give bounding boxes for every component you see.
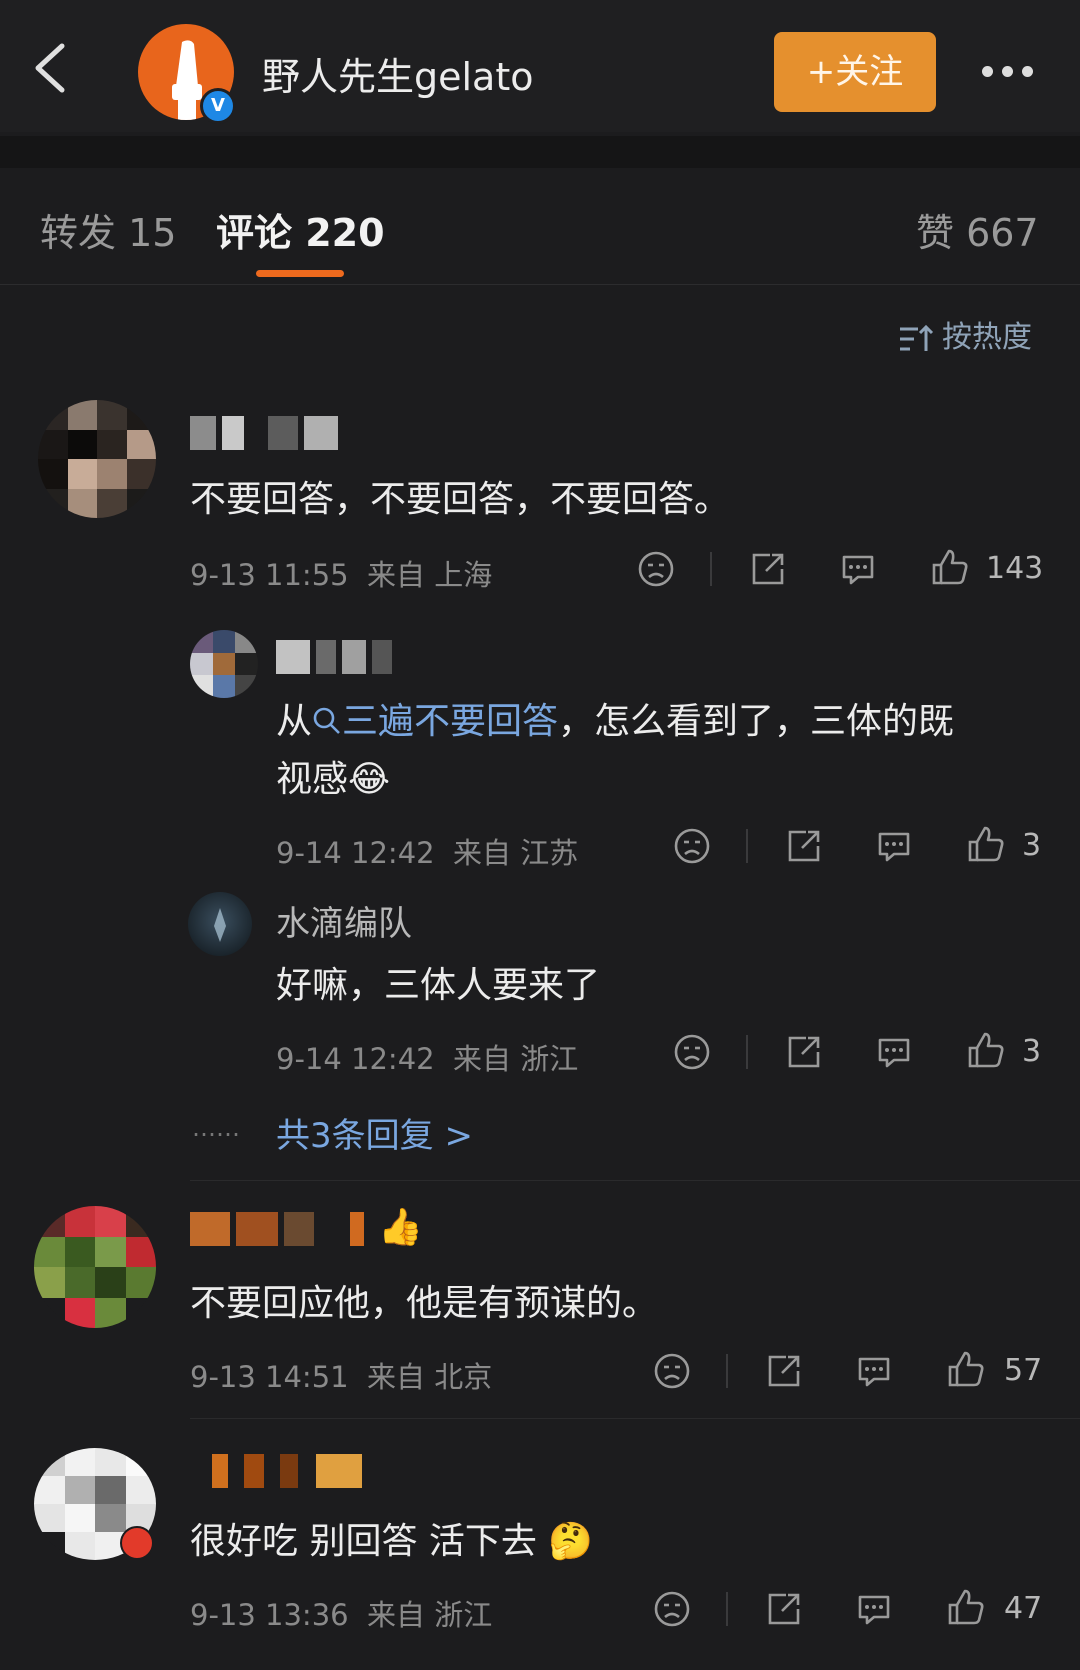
action-divider (710, 552, 712, 586)
search-icon (313, 707, 340, 734)
comment-divider (190, 1418, 1080, 1419)
comment-bubble-icon[interactable] (838, 549, 878, 589)
share-icon[interactable] (764, 1589, 804, 1629)
follow-button[interactable]: +关注 (774, 32, 936, 112)
reply-username[interactable]: 水滴编队 (276, 896, 412, 945)
sad-face-icon[interactable] (672, 1032, 712, 1072)
comment-divider (190, 1180, 1080, 1181)
reply-time: 9-14 12:42 (276, 1042, 435, 1076)
comment-text-body: 很好吃 别回答 活下去 (190, 1521, 537, 1562)
share-icon[interactable] (764, 1351, 804, 1391)
search-link[interactable]: 三遍不要回答 (312, 701, 558, 742)
comment-time: 9-13 13:36 (190, 1598, 349, 1632)
reply-location: 来自 江苏 (453, 836, 579, 870)
comment-time: 9-13 14:51 (190, 1360, 349, 1394)
share-icon[interactable] (748, 549, 788, 589)
tabs-divider (0, 284, 1080, 285)
comment-text: 不要回应他，他是有预谋的。 (190, 1283, 659, 1324)
reply-text: 从三遍不要回答，怎么看到了，三体的既 (276, 692, 954, 744)
comment-time: 9-13 11:55 (190, 558, 349, 592)
author-name[interactable]: 野人先生gelato (262, 46, 534, 101)
sort-label: 按热度 (942, 320, 1032, 355)
like-count: 3 (1022, 828, 1042, 863)
comment-meta: 9-13 14:51 来自 北京 (190, 1354, 492, 1396)
more-dots-icon[interactable] (982, 62, 1042, 77)
water-drop-icon (214, 908, 226, 942)
view-all-replies-link[interactable]: 共3条回复 > (276, 1108, 473, 1157)
comment-bubble-icon[interactable] (854, 1589, 894, 1629)
avatar[interactable] (34, 1206, 156, 1328)
comment-location: 来自 浙江 (367, 1598, 493, 1632)
reply-text-line2: 视感😂 (276, 750, 390, 802)
thumbs-up-icon[interactable] (930, 547, 970, 587)
thumbs-up-icon[interactable] (946, 1349, 986, 1389)
avatar[interactable] (190, 630, 258, 698)
comment-location: 来自 北京 (367, 1360, 493, 1394)
reply-text: 好嘛，三体人要来了 (276, 965, 601, 1006)
reply-text-suffix: ，怎么看到了，三体的既 (558, 701, 955, 742)
comment-location: 来自 上海 (367, 558, 493, 592)
thumbs-up-icon[interactable] (966, 1030, 1006, 1070)
username-blurred[interactable] (276, 640, 392, 674)
sad-face-icon[interactable] (652, 1589, 692, 1629)
chevron-left-icon[interactable] (30, 40, 70, 96)
thumbs-up-icon[interactable] (966, 824, 1006, 864)
like-count: 3 (1022, 1034, 1042, 1069)
comment-meta: 9-13 13:36 来自 浙江 (190, 1592, 492, 1634)
username-blurred[interactable] (212, 1454, 362, 1488)
reply-location: 来自 浙江 (453, 1042, 579, 1076)
share-icon[interactable] (784, 1032, 824, 1072)
reply-time: 9-14 12:42 (276, 836, 435, 870)
like-count: 57 (1004, 1353, 1043, 1388)
action-divider (746, 1035, 748, 1069)
replies-ellipsis: …… (192, 1114, 240, 1142)
action-divider (746, 829, 748, 863)
comment-bubble-icon[interactable] (874, 826, 914, 866)
avatar[interactable] (188, 892, 252, 956)
username-blurred[interactable] (190, 1212, 364, 1246)
sort-icon (900, 324, 934, 351)
verified-badge: V (200, 88, 236, 124)
thumbs-up-badge-icon: 👍 (378, 1207, 423, 1248)
sad-face-icon[interactable] (636, 549, 676, 589)
username-blurred[interactable] (190, 416, 338, 450)
comment-bubble-icon[interactable] (854, 1351, 894, 1391)
reply-text-line2-text: 视感 (276, 759, 349, 800)
reply-meta: 9-14 12:42 来自 浙江 (276, 1036, 578, 1078)
comment-text: 很好吃 别回答 活下去 🤔 (190, 1512, 593, 1564)
active-tab-indicator (256, 270, 344, 277)
comment-bubble-icon[interactable] (874, 1032, 914, 1072)
comment-text: 不要回答，不要回答，不要回答。 (190, 479, 731, 520)
like-count: 47 (1004, 1591, 1043, 1626)
tab-comments[interactable]: 评论 220 (216, 202, 385, 257)
search-link-text: 三遍不要回答 (342, 701, 559, 742)
laughing-emoji: 😂 (348, 759, 391, 800)
thinking-emoji: 🤔 (548, 1521, 594, 1562)
share-icon[interactable] (784, 826, 824, 866)
avatar[interactable] (38, 400, 156, 518)
action-divider (726, 1354, 728, 1388)
tab-likes[interactable]: 赞 667 (916, 202, 1039, 257)
thumbs-up-icon[interactable] (946, 1587, 986, 1627)
sad-face-icon[interactable] (652, 1351, 692, 1391)
sad-face-icon[interactable] (672, 826, 712, 866)
tab-reposts[interactable]: 转发 15 (40, 202, 176, 257)
section-separator (0, 136, 1080, 168)
reply-meta: 9-14 12:42 来自 江苏 (276, 830, 578, 872)
like-count: 143 (986, 551, 1044, 586)
sort-toggle[interactable]: 按热度 (898, 312, 1032, 356)
user-badge-icon (120, 1526, 154, 1560)
action-divider (726, 1592, 728, 1626)
comment-meta: 9-13 11:55 来自 上海 (190, 552, 492, 594)
reply-text-prefix: 从 (276, 701, 313, 742)
